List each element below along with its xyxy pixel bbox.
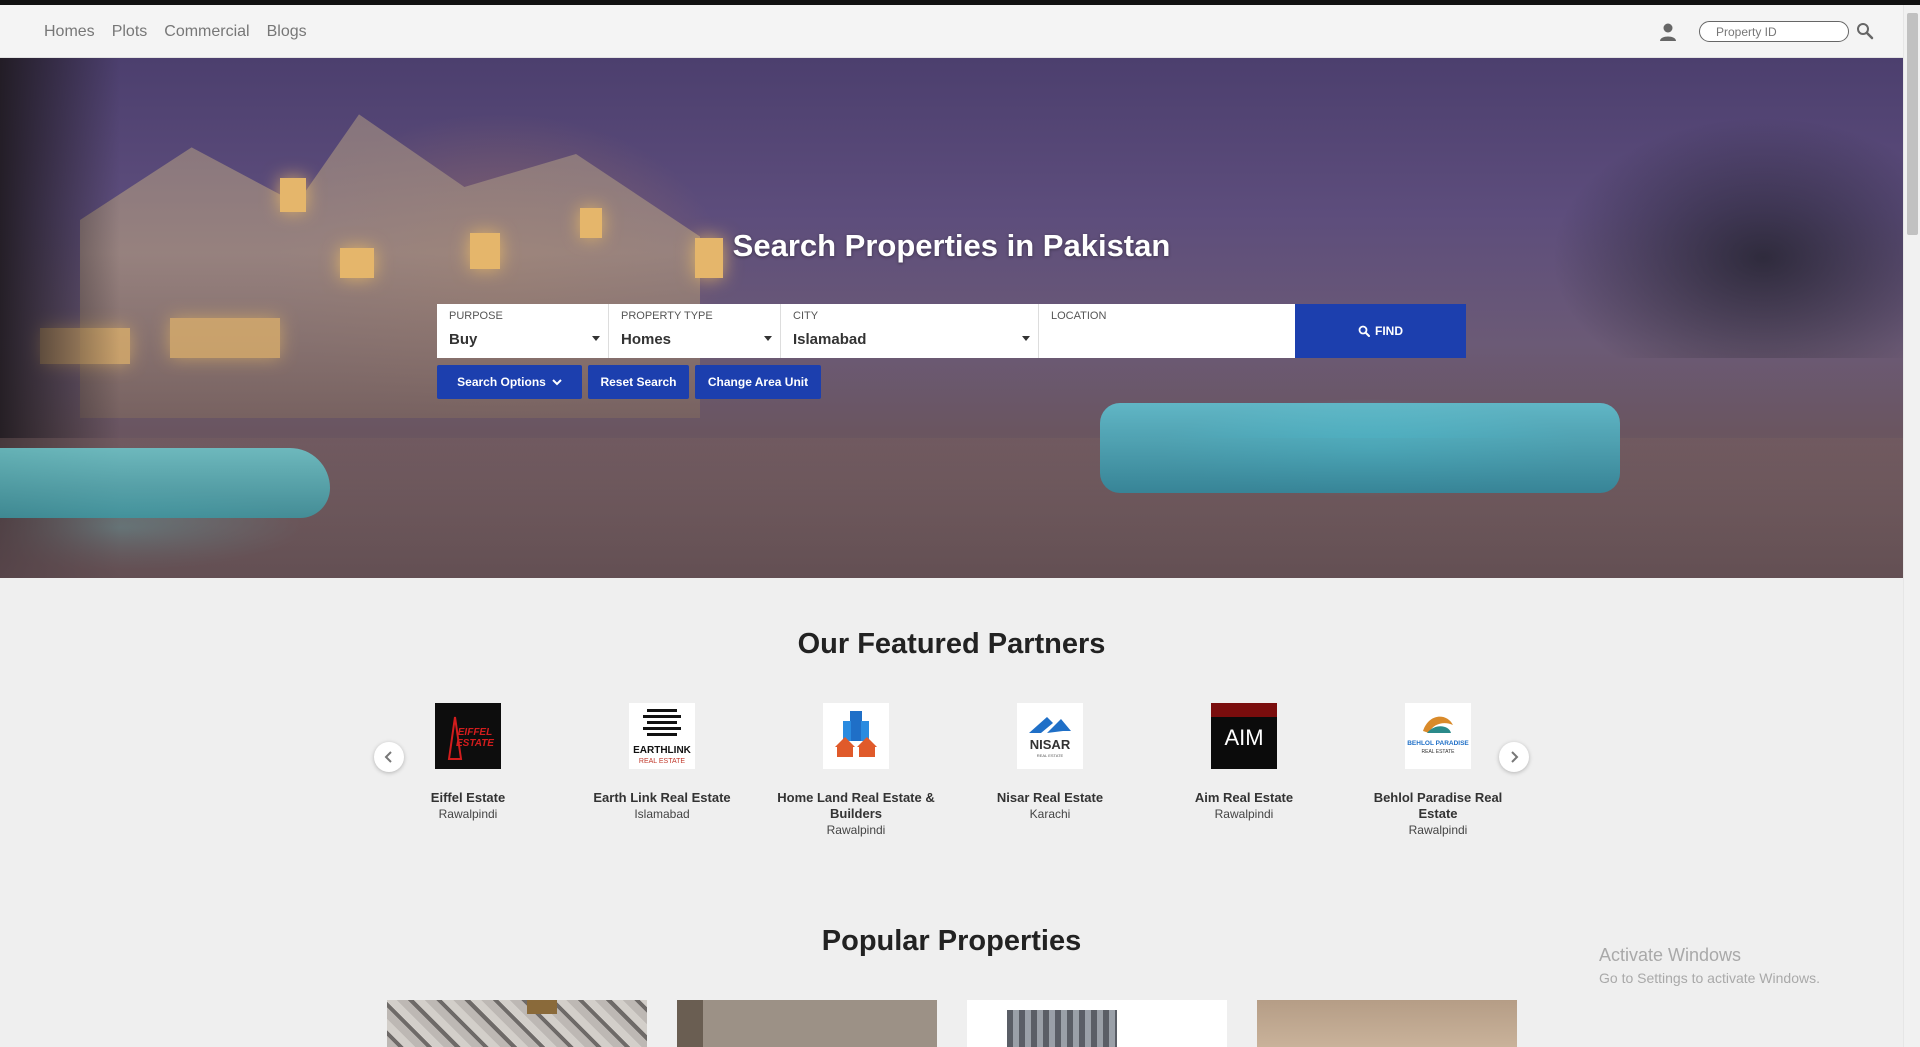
search-options-label: Search Options — [457, 375, 546, 389]
property-id-input[interactable] — [1699, 21, 1849, 42]
property-image-detail — [527, 1000, 557, 1014]
watermark-title: Activate Windows — [1599, 945, 1742, 965]
svg-text:ESTATE: ESTATE — [456, 738, 494, 749]
purpose-label: PURPOSE — [449, 310, 503, 322]
hero-banner: Search Properties in Pakistan PURPOSE Bu… — [0, 58, 1903, 578]
user-icon[interactable] — [1659, 22, 1677, 42]
svg-text:EARTHLINK: EARTHLINK — [633, 745, 692, 756]
featured-partners-title: Our Featured Partners — [797, 628, 1106, 660]
watermark-subtitle: Go to Settings to activate Windows. — [1599, 970, 1820, 986]
property-image-detail — [1007, 1010, 1117, 1047]
property-type-label: PROPERTY TYPE — [621, 310, 713, 322]
caret-down-icon — [592, 336, 600, 341]
behlol-paradise-logo: BEHLOL PARADISE REAL ESTATE — [1405, 703, 1471, 769]
search-icon[interactable] — [1856, 22, 1874, 40]
svg-text:NISAR: NISAR — [1030, 737, 1071, 752]
location-label: LOCATION — [1051, 310, 1107, 322]
windows-activation-watermark: Activate Windows Go to Settings to activ… — [1599, 945, 1820, 986]
partner-city: Rawalpindi — [1214, 807, 1274, 821]
partner-card[interactable]: EARTHLINK REAL ESTATE Earth Link Real Es… — [577, 703, 747, 821]
svg-text:BEHLOL PARADISE: BEHLOL PARADISE — [1407, 740, 1469, 747]
aim-logo: AIM — [1211, 703, 1277, 769]
hero-pool — [1100, 403, 1620, 493]
nav-link-commercial[interactable]: Commercial — [164, 23, 249, 41]
svg-text:REAL ESTATE: REAL ESTATE — [639, 758, 685, 765]
partner-city: Karachi — [1029, 807, 1071, 821]
search-icon — [1358, 325, 1370, 337]
nav-link-blogs[interactable]: Blogs — [267, 23, 307, 41]
find-button-label: FIND — [1375, 324, 1403, 338]
nav-links: Homes Plots Commercial Blogs — [44, 5, 307, 58]
partner-name: Eiffel Estate — [430, 790, 506, 805]
partner-city: Rawalpindi — [1408, 823, 1468, 837]
property-thumbnail[interactable] — [677, 1000, 937, 1047]
hero-window-light — [170, 318, 280, 358]
caret-down-icon — [1022, 336, 1030, 341]
property-thumbnail[interactable] — [967, 1000, 1227, 1047]
change-area-unit-button[interactable]: Change Area Unit — [695, 365, 821, 399]
location-input[interactable]: LOCATION — [1039, 304, 1295, 358]
caret-down-icon — [764, 336, 772, 341]
scrollbar-thumb[interactable] — [1907, 13, 1918, 235]
partner-name: Behlol Paradise Real Estate — [1373, 790, 1503, 821]
search-options-button[interactable]: Search Options — [437, 365, 582, 399]
hero-pool — [0, 448, 330, 518]
property-thumbnail[interactable] — [387, 1000, 647, 1047]
city-label: CITY — [793, 310, 819, 322]
city-select[interactable]: CITY Islamabad — [781, 304, 1039, 358]
purpose-select[interactable]: PURPOSE Buy — [437, 304, 609, 358]
svg-text:EIFFEL: EIFFEL — [458, 727, 492, 738]
hero-window-light — [280, 178, 306, 212]
property-thumbnail[interactable] — [1257, 1000, 1517, 1047]
partner-card[interactable]: Home Land Real Estate & Builders Rawalpi… — [771, 703, 941, 837]
reset-search-button[interactable]: Reset Search — [588, 365, 689, 399]
earth-link-logo: EARTHLINK REAL ESTATE — [629, 703, 695, 769]
property-type-select[interactable]: PROPERTY TYPE Homes — [609, 304, 781, 358]
partner-city: Islamabad — [634, 807, 690, 821]
purpose-value: Buy — [449, 331, 478, 348]
eiffel-estate-logo: EIFFEL ESTATE — [435, 703, 501, 769]
search-actions: Search Options Reset Search Change Area … — [437, 365, 821, 399]
home-land-logo — [823, 703, 889, 769]
hero-title: Search Properties in Pakistan — [732, 228, 1171, 263]
city-value: Islamabad — [793, 331, 867, 348]
partner-city: Rawalpindi — [826, 823, 886, 837]
svg-text:AIM: AIM — [1224, 725, 1263, 750]
partner-name: Aim Real Estate — [1194, 790, 1294, 805]
partner-name: Home Land Real Estate & Builders — [777, 790, 935, 821]
page-scrollbar[interactable] — [1903, 5, 1920, 1047]
nav-link-homes[interactable]: Homes — [44, 23, 95, 41]
svg-text:REAL ESTATE: REAL ESTATE — [1037, 753, 1064, 758]
partner-card[interactable]: NISAR REAL ESTATE Nisar Real Estate Kara… — [965, 703, 1135, 821]
partner-name: Earth Link Real Estate — [593, 790, 731, 805]
svg-text:REAL ESTATE: REAL ESTATE — [1422, 749, 1456, 755]
navbar: Homes Plots Commercial Blogs — [0, 5, 1903, 58]
partner-card[interactable]: BEHLOL PARADISE REAL ESTATE Behlol Parad… — [1353, 703, 1523, 837]
chevron-down-icon — [552, 379, 562, 386]
partner-name: Nisar Real Estate — [996, 790, 1104, 805]
partner-card[interactable]: AIM Aim Real Estate Rawalpindi — [1159, 703, 1329, 821]
property-search-bar: PURPOSE Buy PROPERTY TYPE Homes CITY Isl… — [437, 304, 1466, 358]
nav-link-plots[interactable]: Plots — [112, 23, 148, 41]
property-type-value: Homes — [621, 331, 672, 348]
partner-city: Rawalpindi — [438, 807, 498, 821]
nisar-logo: NISAR REAL ESTATE — [1017, 703, 1083, 769]
find-button[interactable]: FIND — [1295, 304, 1466, 358]
partner-card[interactable]: EIFFEL ESTATE Eiffel Estate Rawalpindi — [383, 703, 553, 821]
